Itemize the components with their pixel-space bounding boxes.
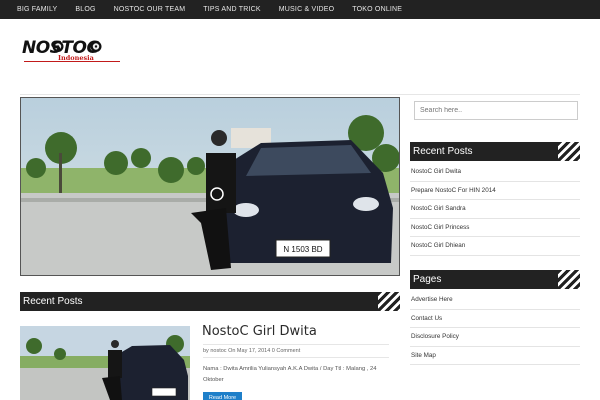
main-recent-posts-header: Recent Posts bbox=[20, 292, 400, 311]
recent-post-link[interactable]: Prepare NostoC For HIN 2014 bbox=[410, 182, 580, 200]
post-thumbnail[interactable] bbox=[20, 326, 190, 400]
nav-item-tips-and-trick[interactable]: TIPS AND TRICK bbox=[194, 0, 270, 19]
sidebar-pages-list: Advertise Here Contact Us Disclosure Pol… bbox=[410, 291, 580, 365]
recent-post-link[interactable]: NostoC Girl Dhiean bbox=[410, 237, 580, 256]
recent-post-link[interactable]: NostoC Girl Sandra bbox=[410, 200, 580, 219]
nav-item-big-family[interactable]: BIG FAMILY bbox=[8, 0, 66, 19]
page-link-advertise[interactable]: Advertise Here bbox=[410, 291, 580, 310]
post-thumbnail-image bbox=[20, 326, 190, 400]
header-stripes-decoration bbox=[558, 270, 580, 289]
header-stripes-decoration bbox=[378, 292, 400, 311]
site-logo[interactable]: NOSTOC Indonesia bbox=[22, 38, 134, 68]
sidebar-recent-posts-list: NostoC Girl Dwita Prepare NostoC For HIN… bbox=[410, 163, 580, 256]
sidebar-recent-posts-header: Recent Posts bbox=[410, 142, 580, 161]
featured-slider[interactable]: N 1503 BD bbox=[20, 97, 400, 276]
main-recent-posts-title: Recent Posts bbox=[23, 296, 83, 307]
post-meta: by nostoc On May 17, 2014 0 Comment bbox=[203, 344, 389, 358]
header-stripes-decoration bbox=[558, 142, 580, 161]
top-menu: BIG FAMILY BLOG NOSTOC OUR TEAM TIPS AND… bbox=[0, 0, 600, 19]
sidebar-pages-title: Pages bbox=[413, 274, 442, 285]
post-excerpt: Nama : Dwita Amrilia Yuliansyah A.K.A Dw… bbox=[203, 366, 377, 383]
nav-item-music-video[interactable]: MUSIC & VIDEO bbox=[270, 0, 344, 19]
featured-image: N 1503 BD bbox=[21, 98, 399, 275]
nav-item-blog[interactable]: BLOG bbox=[66, 0, 104, 19]
logo-subtitle: Indonesia bbox=[58, 54, 94, 62]
sidebar-pages-header: Pages bbox=[410, 270, 580, 289]
nav-item-toko-online[interactable]: TOKO ONLINE bbox=[343, 0, 411, 19]
page-link-disclosure[interactable]: Disclosure Policy bbox=[410, 328, 580, 347]
post-title[interactable]: NostoC Girl Dwita bbox=[202, 324, 317, 339]
header-divider bbox=[20, 94, 580, 95]
recent-post-link[interactable]: NostoC Girl Princess bbox=[410, 219, 580, 237]
nav-item-nostoc-our-team[interactable]: NOSTOC OUR TEAM bbox=[105, 0, 195, 19]
license-plate: N 1503 BD bbox=[283, 245, 322, 254]
sidebar-recent-posts-title: Recent Posts bbox=[413, 146, 473, 157]
read-more-button[interactable]: Read More bbox=[203, 392, 242, 400]
page-link-sitemap[interactable]: Site Map bbox=[410, 347, 580, 365]
search-input[interactable] bbox=[414, 101, 578, 120]
page-link-contact[interactable]: Contact Us bbox=[410, 310, 580, 328]
top-navigation: BIG FAMILY BLOG NOSTOC OUR TEAM TIPS AND… bbox=[0, 0, 600, 19]
recent-post-link[interactable]: NostoC Girl Dwita bbox=[410, 163, 580, 182]
